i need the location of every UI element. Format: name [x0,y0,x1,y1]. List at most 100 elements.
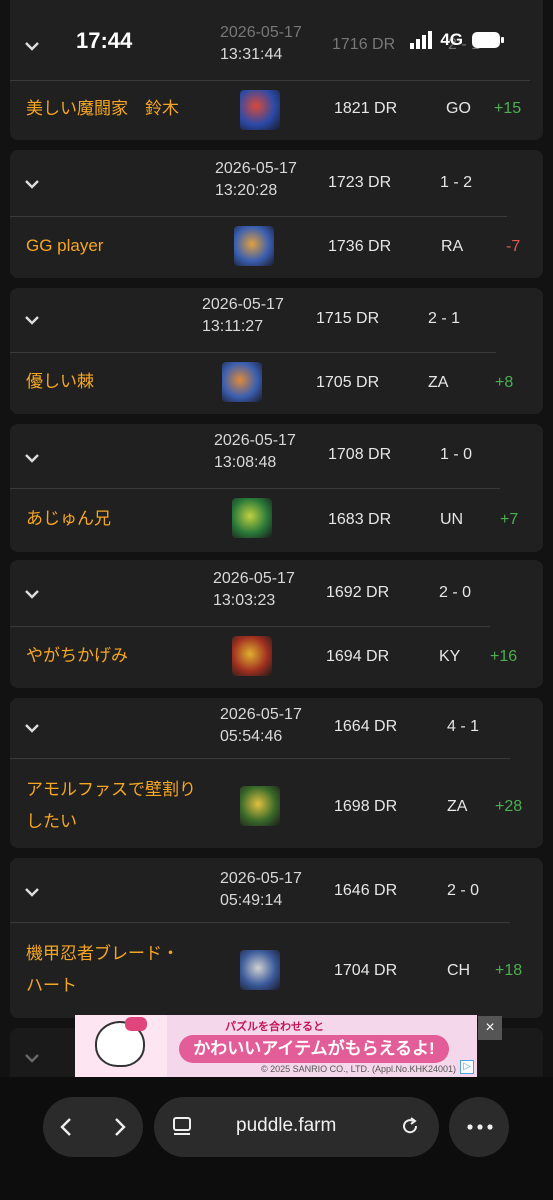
character-code: GO [446,100,471,117]
ad-banner[interactable]: パズルを合わせると かわいいアイテムがもらえるよ! © 2025 SANRIO … [75,1015,477,1077]
chevron-down-icon[interactable] [22,882,42,902]
player-name[interactable]: やがちかげみ [26,642,128,670]
divider [10,80,530,81]
rating-change: -7 [506,238,521,255]
player-dr: 1704 DR [334,962,398,979]
back-button[interactable] [55,1115,79,1139]
match-time: 13:31:44 [220,46,283,63]
rating-change: +15 [494,100,522,117]
player-name[interactable]: 機甲忍者ブレード・ ハート [26,940,179,1000]
chevron-down-icon[interactable] [22,174,42,194]
match-date: 2026-05-17 [220,706,302,723]
match-time: 13:08:48 [214,454,277,471]
player-name[interactable]: 優しい棘 [26,368,94,396]
match-date: 2026-05-17 [213,570,295,587]
chevron-down-icon[interactable] [22,36,42,56]
chevron-down-icon[interactable] [22,448,42,468]
chevron-right-icon [115,1118,126,1136]
url-text[interactable]: puddle.farm [236,1115,336,1137]
rating-change: +18 [495,962,523,979]
match-card: 2026-05-17 05:49:14 1646 DR 2 - 0 機甲忍者ブレ… [10,858,543,1018]
match-datetime: 2026-05-17 13:31:44 [220,22,302,66]
opponent-dr: 1723 DR [328,174,392,191]
match-datetime: 2026-05-17 05:49:14 [220,868,302,912]
rating-change: +8 [495,374,514,391]
character-avatar [232,636,272,676]
rating-change: +16 [490,648,518,665]
match-score: 2 - 1 [428,310,461,327]
match-date: 2026-05-17 [214,432,296,449]
opponent-dr: 1692 DR [326,584,390,601]
player-dr: 1698 DR [334,798,398,815]
match-score: 1 - 0 [440,446,473,463]
match-time: 05:54:46 [220,728,283,745]
chevron-left-icon [60,1118,71,1136]
match-score: 2 - 1 [448,36,481,53]
divider [10,758,510,759]
divider [10,216,507,217]
match-card: 2026-05-17 13:11:27 1715 DR 2 - 1 優しい棘 1… [10,288,543,414]
rating-change: +28 [495,798,523,815]
match-score: 2 - 0 [447,882,480,899]
match-time: 05:49:14 [220,892,283,909]
player-dr: 1694 DR [326,648,390,665]
match-time: 13:11:27 [202,318,264,335]
ad-bow-shape [125,1017,147,1031]
character-code: UN [440,511,464,528]
character-code: ZA [447,798,468,815]
player-dr: 1736 DR [328,238,392,255]
player-dr: 1705 DR [316,374,380,391]
match-card: 2026-05-17 13:08:48 1708 DR 1 - 0 あじゅん兄 … [10,424,543,552]
ad-copyright: © 2025 SANRIO CO., LTD. (Appl.No.KHK2400… [261,1064,457,1074]
chevron-down-icon[interactable] [22,310,42,330]
match-datetime: 2026-05-17 13:03:23 [213,568,295,612]
player-name[interactable]: あじゅん兄 [26,505,111,533]
more-button[interactable] [449,1097,509,1157]
rating-change: +7 [500,511,519,528]
character-code: RA [441,238,464,255]
navigation-buttons [43,1097,143,1157]
player-name[interactable]: 美しい魔闘家 鈴木 [26,95,179,123]
ad-info-icon[interactable]: ▷ [460,1060,474,1074]
address-bar[interactable]: puddle.farm [154,1097,439,1157]
ad-close-button[interactable]: × [478,1016,502,1040]
ad-subtext: パズルを合わせると [225,1021,324,1033]
divider [10,922,510,923]
reload-icon[interactable] [399,1115,421,1137]
browser-toolbar: puddle.farm [0,1077,553,1200]
chevron-down-icon[interactable] [22,584,42,604]
character-avatar [240,90,280,130]
character-avatar [232,498,272,538]
more-dots-icon [467,1124,493,1130]
match-card: 2026-05-17 05:54:46 1664 DR 4 - 1 アモルファス… [10,698,543,848]
match-time: 13:20:28 [215,182,278,199]
tabs-icon[interactable] [172,1115,194,1139]
opponent-dr: 1716 DR [332,36,396,53]
character-avatar [240,786,280,826]
player-dr: 1821 DR [334,100,398,117]
match-datetime: 2026-05-17 13:20:28 [215,158,297,202]
player-name[interactable]: アモルファスで壁割り したい [26,776,196,836]
match-score: 4 - 1 [447,718,480,735]
character-avatar [234,226,274,266]
match-card: 2026-05-17 13:31:44 1716 DR 2 - 1 美しい魔闘家… [10,0,543,140]
player-name[interactable]: GG player [26,232,103,260]
match-date: 2026-05-17 [220,24,302,41]
forward-button[interactable] [107,1115,131,1139]
match-time: 13:03:23 [213,592,276,609]
chevron-down-icon[interactable] [22,1048,42,1068]
match-datetime: 2026-05-17 13:11:27 [202,294,284,338]
opponent-dr: 1715 DR [316,310,380,327]
match-score: 1 - 2 [440,174,473,191]
chevron-down-icon[interactable] [22,718,42,738]
character-code: KY [439,648,461,665]
character-code: CH [447,962,471,979]
opponent-dr: 1664 DR [334,718,398,735]
match-date: 2026-05-17 [202,296,284,313]
match-date: 2026-05-17 [215,160,297,177]
player-dr: 1683 DR [328,511,392,528]
match-card: 2026-05-17 13:20:28 1723 DR 1 - 2 GG pla… [10,150,543,278]
ad-character-image [75,1015,167,1077]
ad-headline: かわいいアイテムがもらえるよ! [179,1035,449,1063]
opponent-dr: 1708 DR [328,446,392,463]
